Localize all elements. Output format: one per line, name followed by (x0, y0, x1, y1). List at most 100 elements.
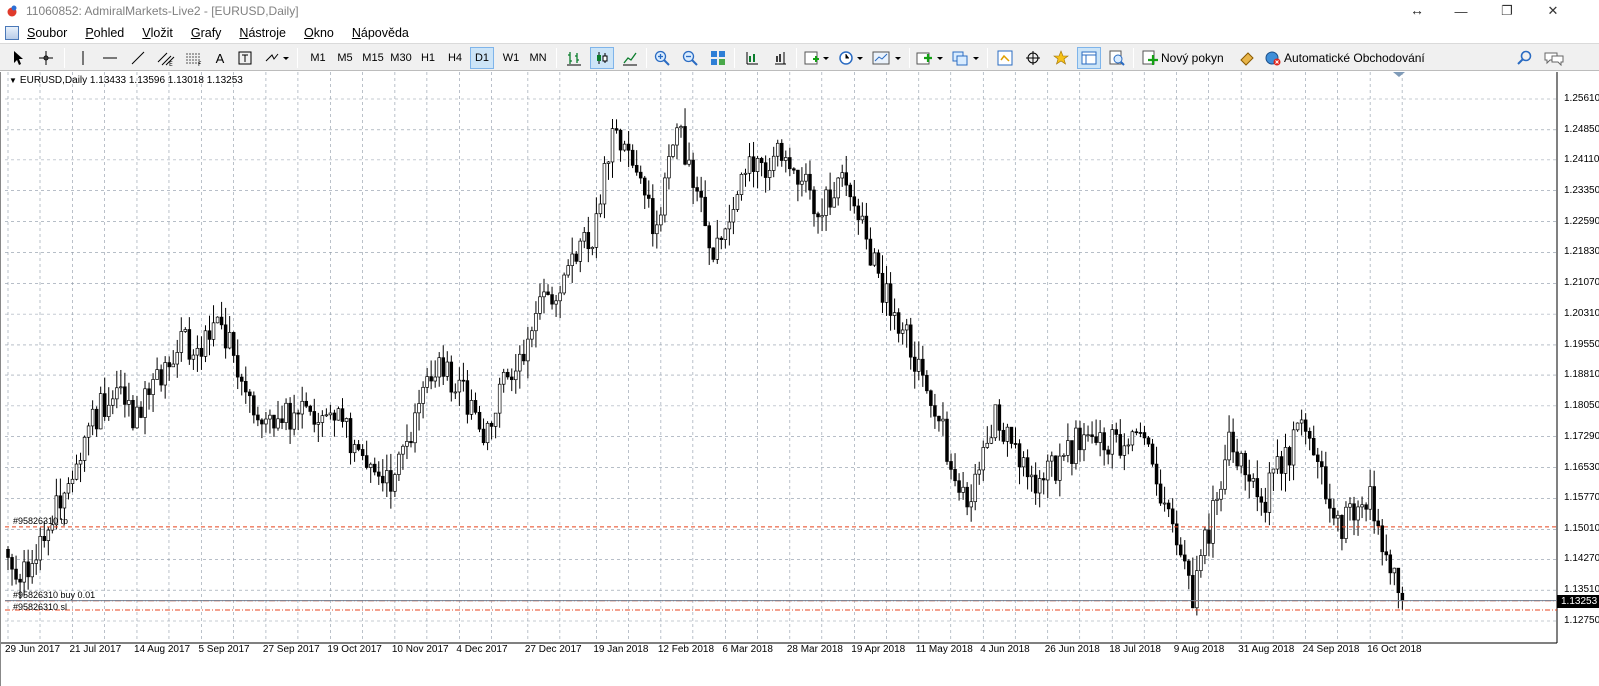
candle-body (1102, 432, 1106, 451)
candle-body (393, 474, 397, 492)
line-chart-icon[interactable] (618, 47, 642, 69)
menu-grafy[interactable]: Grafy (191, 26, 231, 40)
candle-body (127, 400, 131, 405)
arrows-dropdown-tool[interactable] (262, 47, 292, 69)
order-line-label[interactable]: #95826310 sl (13, 602, 67, 612)
date-tick-label: 9 Aug 2018 (1173, 644, 1225, 655)
candle-body (896, 312, 901, 334)
candle-body (58, 495, 63, 509)
bar-chart-icon[interactable] (562, 47, 586, 69)
candle-body (1396, 567, 1401, 594)
vertical-line-tool[interactable] (72, 47, 94, 69)
menu-soubor[interactable]: Soubor (27, 26, 76, 40)
chat-bubble-icon[interactable] (1540, 47, 1568, 69)
menu-okno[interactable]: Okno (304, 26, 343, 40)
horizontal-line-tool[interactable] (98, 47, 122, 69)
candle-body (151, 379, 155, 395)
candle-body (421, 386, 425, 404)
candle-body (1025, 457, 1030, 478)
zoom-in-icon[interactable] (650, 47, 674, 69)
order-line-label[interactable]: #95826310 tp (13, 516, 68, 526)
tile-windows-icon[interactable] (706, 47, 730, 69)
collapse-triangle-icon[interactable]: ▼ (9, 76, 17, 85)
navigator-star-icon[interactable] (1049, 47, 1073, 69)
strategy-tester-icon[interactable] (1105, 47, 1129, 69)
menu-napoveda[interactable]: Nápověda (352, 26, 418, 40)
candle-body (695, 187, 699, 192)
chart-shift-icon[interactable] (768, 47, 792, 69)
market-watch-icon[interactable] (993, 47, 1017, 69)
candlestick-chart[interactable] (1, 72, 1599, 686)
candle-body (626, 143, 631, 151)
menu-nastroje[interactable]: Nástroje (239, 26, 295, 40)
cursor-arrow-tool[interactable] (6, 47, 30, 69)
window-title: 11060852: AdmiralMarkets-Live2 - [EURUSD… (26, 4, 299, 18)
auto-trading-button[interactable]: Automatické Obchodování (1262, 47, 1432, 69)
candle-body (445, 361, 450, 377)
search-icon[interactable] (1512, 47, 1536, 69)
candle-body (977, 469, 981, 475)
candle-body (187, 329, 192, 360)
candle-body (723, 228, 728, 240)
zoom-out-icon[interactable] (678, 47, 702, 69)
timeframe-h1[interactable]: H1 (416, 47, 440, 69)
crosshair-tool[interactable] (34, 47, 58, 69)
signals-eraser-icon[interactable] (1235, 47, 1259, 69)
candle-body (1271, 468, 1276, 474)
candle-body (679, 126, 683, 129)
candle-body (1054, 455, 1058, 481)
candle-body (957, 480, 961, 493)
fibonacci-tool[interactable]: F (182, 47, 206, 69)
maximize-button[interactable]: ❐ (1484, 0, 1530, 22)
chart-symbol-ohlc: EURUSD,Daily 1.13433 1.13596 1.13018 1.1… (19, 75, 243, 86)
timeframe-m1[interactable]: M1 (306, 47, 330, 69)
menu-vlozit[interactable]: Vložit (142, 26, 182, 40)
candlestick-chart-icon[interactable] (590, 47, 614, 69)
candle-body (413, 412, 417, 444)
timeframe-d1[interactable]: D1 (470, 47, 494, 69)
candle-body (340, 408, 345, 422)
timeframe-m5[interactable]: M5 (333, 47, 357, 69)
timeframe-h4[interactable]: H4 (443, 47, 467, 69)
new-chart-dropdown-icon[interactable] (914, 47, 946, 69)
profiles-dropdown-icon[interactable] (950, 47, 982, 69)
candle-body (590, 246, 595, 250)
data-window-crosshair-icon[interactable] (1021, 47, 1045, 69)
candle-body (1231, 431, 1235, 453)
text-label-tool[interactable] (234, 47, 256, 69)
text-tool[interactable]: A (210, 47, 230, 69)
candle-body (1122, 445, 1127, 456)
timeframe-m30[interactable]: M30 (388, 47, 414, 69)
trendline-tool[interactable] (126, 47, 150, 69)
periods-clock-icon[interactable] (836, 47, 866, 69)
menu-pohled[interactable]: Pohled (85, 26, 133, 40)
candle-body (763, 162, 768, 178)
candle-body (10, 557, 14, 570)
chart-window-icon[interactable] (5, 25, 19, 40)
minimize-button[interactable]: — (1438, 0, 1484, 22)
autoscroll-icon[interactable] (740, 47, 764, 69)
candle-body (381, 475, 385, 484)
candle-body (78, 460, 83, 465)
price-tick-label: 1.18050 (1564, 399, 1599, 411)
candle-body (973, 473, 977, 503)
candle-body (433, 376, 437, 382)
candle-body (860, 215, 865, 221)
candle-body (1098, 432, 1102, 443)
chart-window[interactable]: ▼ EURUSD,Daily 1.13433 1.13596 1.13018 1.… (0, 72, 1599, 686)
timeframe-w1[interactable]: W1 (499, 47, 523, 69)
templates-dropdown-icon[interactable] (870, 47, 904, 69)
close-button[interactable]: ✕ (1530, 0, 1576, 22)
candle-body (1255, 478, 1260, 498)
order-line-label[interactable]: #95826310 buy 0.01 (13, 590, 95, 600)
indicators-dropdown-icon[interactable] (802, 47, 832, 69)
candle-body (711, 247, 715, 260)
terminal-window-icon[interactable] (1077, 47, 1101, 69)
candle-body (1263, 501, 1268, 513)
timeframe-m15[interactable]: M15 (360, 47, 386, 69)
date-tick-label: 21 Jul 2017 (69, 644, 122, 655)
equidistant-channel-tool[interactable]: E (154, 47, 178, 69)
candle-body (1275, 456, 1280, 470)
timeframe-mn[interactable]: MN (525, 47, 551, 69)
new-order-button[interactable]: Nový pokyn (1139, 47, 1231, 69)
